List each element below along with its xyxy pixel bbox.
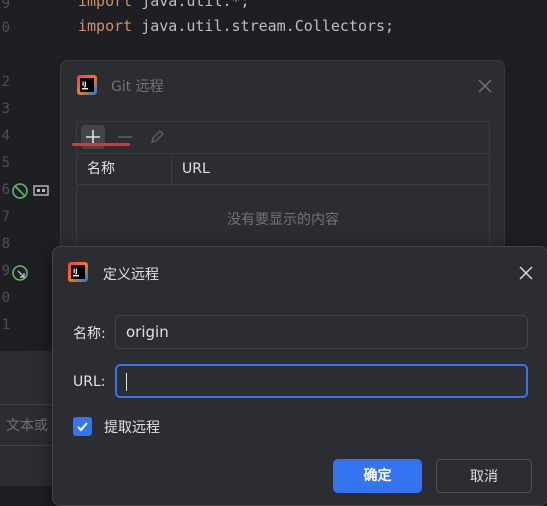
column-divider xyxy=(171,154,172,184)
line-number: 0 xyxy=(1,20,10,36)
header-divider xyxy=(77,184,489,185)
intellij-icon: IJ xyxy=(77,75,97,95)
cancel-button[interactable]: 取消 xyxy=(436,459,532,493)
empty-state-text: 没有要显示的内容 xyxy=(227,212,339,228)
dialog-title: 定义远程 xyxy=(103,267,159,283)
pencil-icon xyxy=(151,130,164,143)
ok-button[interactable]: 确定 xyxy=(333,459,422,493)
define-remote-dialog: IJ 定义远程 名称: origin URL: 提取远程 确定 取消 xyxy=(52,246,547,506)
no-run-icon[interactable] xyxy=(12,183,32,201)
close-icon[interactable] xyxy=(477,78,493,94)
edit-remote-button[interactable] xyxy=(145,125,169,149)
dialog-title: Git 远程 xyxy=(111,79,164,95)
remotes-toolbar xyxy=(76,121,490,153)
url-label: URL: xyxy=(73,374,106,390)
line-number: 7 xyxy=(1,209,10,225)
line-number: 8 xyxy=(1,236,10,252)
code-line-2: import java.util.stream.Collectors; xyxy=(78,17,395,35)
search-input[interactable]: 文本或 xyxy=(0,404,58,446)
close-icon[interactable] xyxy=(518,265,534,281)
line-number: 4 xyxy=(1,128,10,144)
line-number: 3 xyxy=(1,101,10,117)
implementation-icon[interactable] xyxy=(33,184,49,198)
name-input[interactable]: origin xyxy=(115,315,528,349)
fetch-remote-label[interactable]: 提取远程 xyxy=(104,417,160,437)
svg-text:IJ: IJ xyxy=(82,81,86,88)
remotes-table: 名称 URL 没有要显示的内容 xyxy=(76,153,490,261)
line-number: 2 xyxy=(1,74,10,90)
column-header-name[interactable]: 名称 xyxy=(87,154,115,184)
checkmark-icon xyxy=(77,422,88,432)
line-number: 9 xyxy=(1,0,10,12)
text-caret xyxy=(126,372,127,391)
fetch-remote-checkbox[interactable] xyxy=(73,417,92,436)
line-number: 1 xyxy=(1,317,10,333)
intellij-icon: IJ xyxy=(68,262,88,282)
name-label: 名称: xyxy=(73,326,106,342)
svg-text:IJ: IJ xyxy=(73,268,77,275)
url-input[interactable] xyxy=(115,364,528,398)
line-number: 6 xyxy=(1,182,10,198)
code-line-1: import java.util.*; xyxy=(78,0,250,10)
run-arrow-icon[interactable] xyxy=(12,265,32,283)
column-header-url[interactable]: URL xyxy=(182,154,210,184)
highlight-underline xyxy=(72,143,130,146)
git-remotes-dialog: IJ Git 远程 名称 URL 没有要显示的内容 xyxy=(60,60,505,261)
line-number: 9 xyxy=(1,263,10,279)
line-number: 5 xyxy=(1,155,10,171)
line-number: 0 xyxy=(1,290,10,306)
